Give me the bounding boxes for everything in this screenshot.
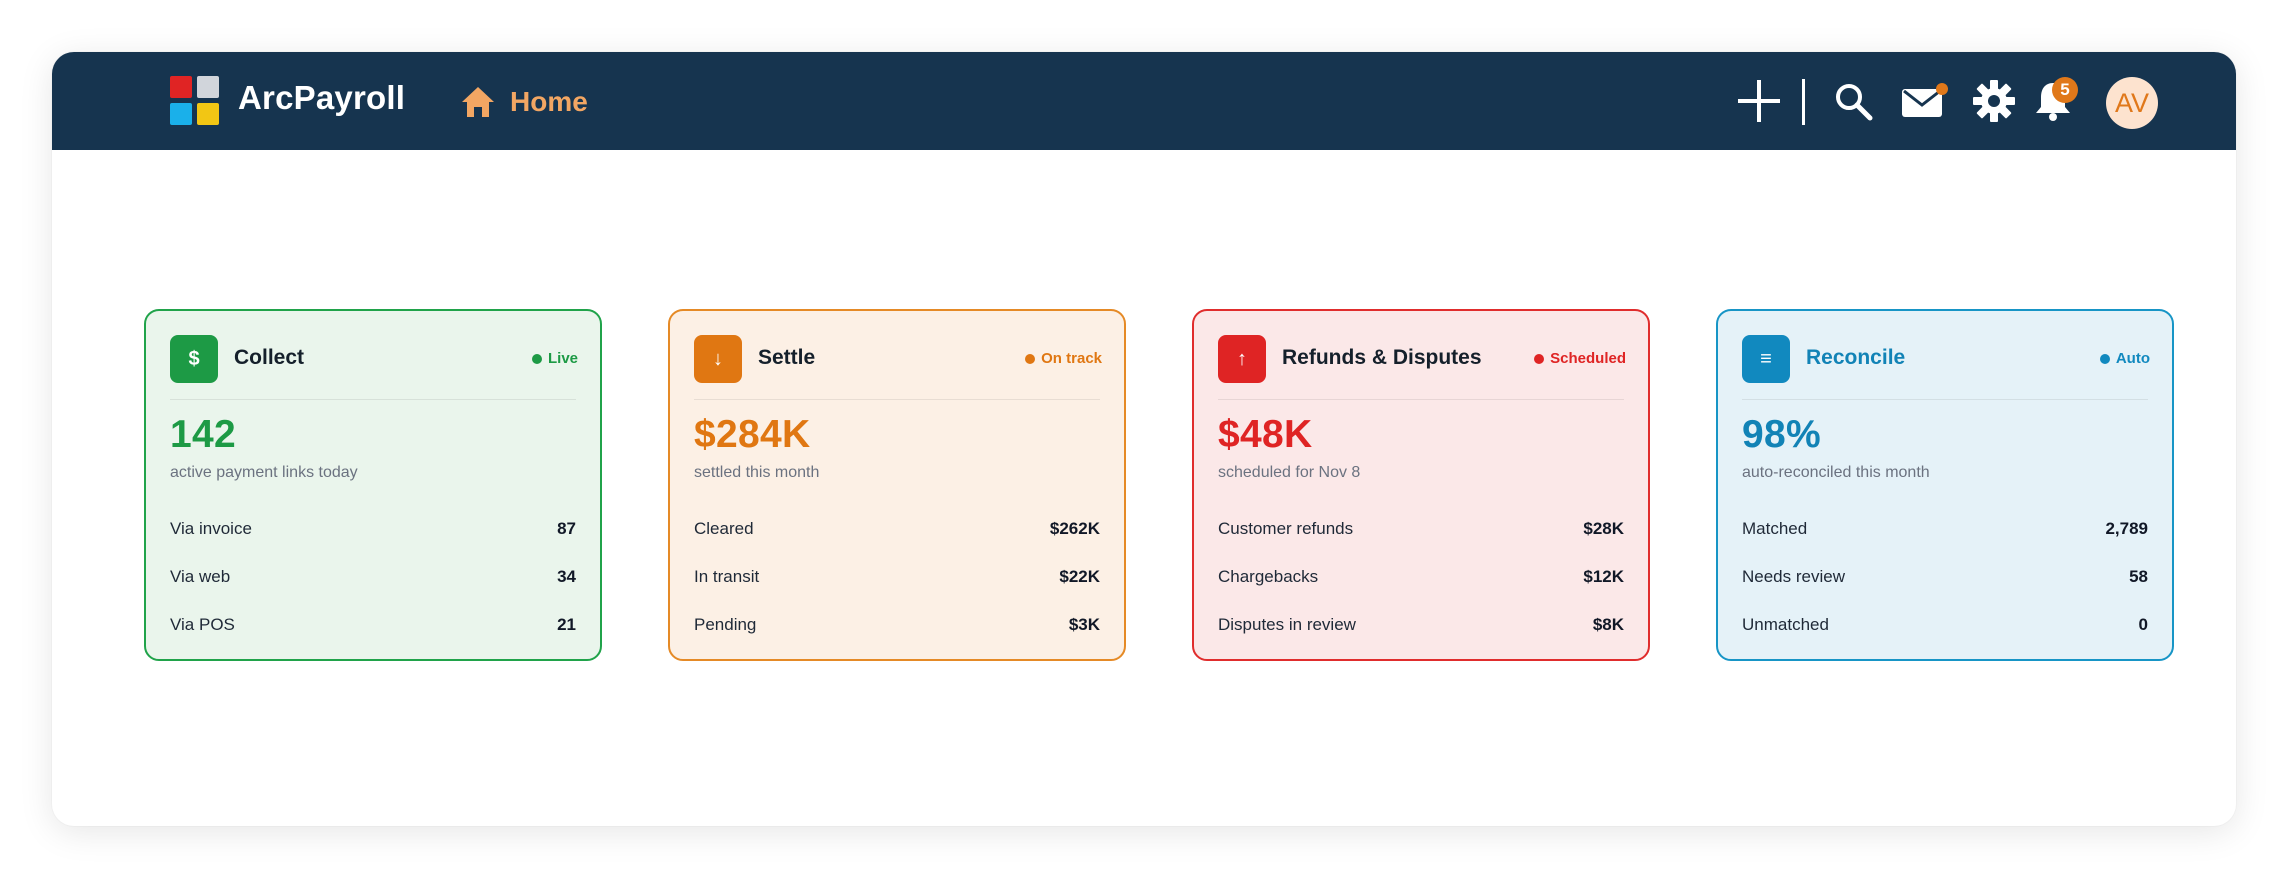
card-divider (694, 399, 1100, 400)
card-title: Settle (758, 346, 816, 369)
search-button[interactable] (1828, 52, 1878, 150)
toolbar-divider (1802, 79, 1805, 125)
primary-metric: 98% (1742, 413, 1821, 456)
metric-caption: active payment links today (170, 464, 358, 481)
row-value: $28K (1583, 519, 1624, 538)
status-dot-icon (2099, 353, 2110, 364)
row-value: 2,789 (2105, 519, 2148, 538)
home-nav-label: Home (510, 86, 588, 117)
status-label: Scheduled (1550, 350, 1626, 367)
status-label: Live (547, 350, 578, 367)
row-label: Cleared (694, 519, 754, 538)
row-label: Matched (1742, 519, 1808, 538)
dollar-icon: $ (170, 335, 218, 383)
list-item: Unmatched 0 (1742, 601, 2148, 649)
brand-name: ArcPayroll (238, 79, 406, 116)
primary-metric: $48K (1218, 413, 1313, 456)
row-value: 0 (2138, 615, 2148, 634)
row-label: Via POS (170, 615, 235, 634)
list-item: Disputes in review $8K (1218, 601, 1624, 649)
card-title: Refunds & Disputes (1282, 346, 1482, 369)
metric-caption: auto-reconciled this month (1742, 464, 1930, 481)
list-lines-icon: ≡ (1742, 335, 1790, 383)
row-value: $262K (1049, 519, 1100, 538)
list-item: Via web 34 (170, 553, 576, 601)
mail-icon (1902, 83, 1948, 117)
metric-caption: settled this month (694, 464, 820, 481)
card-title: Collect (234, 346, 305, 369)
breakdown-list: Via invoice 87 Via web 34 Via POS 21 (170, 505, 576, 649)
row-value: 58 (2129, 567, 2148, 586)
search-icon (1836, 84, 1873, 121)
status-dot-icon (531, 353, 542, 364)
list-item: Via POS 21 (170, 601, 576, 649)
settle-card[interactable]: ↓ Settle On track $284K settled this mon… (668, 309, 1126, 661)
status-dot-icon (1534, 353, 1545, 364)
reconcile-card[interactable]: ≡ Reconcile Auto 98% auto-reconciled thi… (1716, 309, 2174, 661)
gear-icon (1973, 80, 2015, 122)
row-label: Unmatched (1742, 615, 1829, 634)
brand-logo-icon (170, 76, 222, 128)
row-label: Needs review (1742, 567, 1845, 586)
user-avatar[interactable]: AV (2106, 77, 2158, 129)
list-item: Needs review 58 (1742, 553, 2148, 601)
notification-count-badge: 5 (2052, 77, 2078, 103)
card-title: Reconcile (1806, 346, 1906, 369)
messages-button[interactable] (1896, 52, 1952, 150)
row-value: $8K (1592, 615, 1624, 634)
app-window: ArcPayroll Home 5 AV $ Collect Live 142 … (52, 52, 2236, 826)
refunds-disputes-card[interactable]: ↑ Refunds & Disputes Scheduled $48K sche… (1192, 309, 1650, 661)
row-label: Chargebacks (1218, 567, 1319, 586)
status-badge: Live (531, 350, 578, 367)
card-divider (170, 399, 576, 400)
status-label: On track (1041, 350, 1102, 367)
row-label: Via web (170, 567, 231, 586)
arrow-up-icon: ↑ (1218, 335, 1266, 383)
breakdown-list: Matched 2,789 Needs review 58 Unmatched … (1742, 505, 2148, 649)
row-label: Pending (694, 615, 757, 634)
row-value: 87 (557, 519, 576, 538)
home-icon (462, 87, 494, 117)
status-dot-icon (1025, 353, 1036, 364)
status-badge: Scheduled (1534, 350, 1626, 367)
row-value: $3K (1068, 615, 1100, 634)
list-item: Matched 2,789 (1742, 505, 2148, 553)
metric-caption: scheduled for Nov 8 (1218, 464, 1361, 481)
row-label: Disputes in review (1218, 615, 1356, 634)
list-item: Cleared $262K (694, 505, 1100, 553)
status-badge: Auto (2099, 350, 2150, 367)
arrow-down-icon: ↓ (694, 335, 742, 383)
primary-metric: $284K (694, 413, 811, 456)
list-item: In transit $22K (694, 553, 1100, 601)
top-navigation-bar: ArcPayroll Home 5 AV (52, 52, 2236, 150)
collect-card[interactable]: $ Collect Live 142 active payment links … (144, 309, 602, 661)
row-label: In transit (694, 567, 760, 586)
row-label: Via invoice (170, 519, 252, 538)
breakdown-list: Customer refunds $28K Chargebacks $12K D… (1218, 505, 1624, 649)
list-item: Pending $3K (694, 601, 1100, 649)
primary-metric: 142 (170, 413, 236, 456)
list-item: Chargebacks $12K (1218, 553, 1624, 601)
add-button[interactable] (1732, 52, 1786, 150)
row-value: $22K (1059, 567, 1100, 586)
settings-button[interactable] (1968, 52, 2020, 150)
row-value: $12K (1583, 567, 1624, 586)
row-label: Customer refunds (1218, 519, 1354, 538)
row-value: 34 (557, 567, 576, 586)
card-divider (1742, 399, 2148, 400)
status-label: Auto (2115, 350, 2150, 367)
list-item: Via invoice 87 (170, 505, 576, 553)
plus-icon (1738, 80, 1780, 122)
status-badge: On track (1025, 350, 1102, 367)
card-divider (1218, 399, 1624, 400)
row-value: 21 (557, 615, 576, 634)
home-nav-link[interactable]: Home (460, 82, 588, 122)
breakdown-list: Cleared $262K In transit $22K Pending $3… (694, 505, 1100, 649)
list-item: Customer refunds $28K (1218, 505, 1624, 553)
